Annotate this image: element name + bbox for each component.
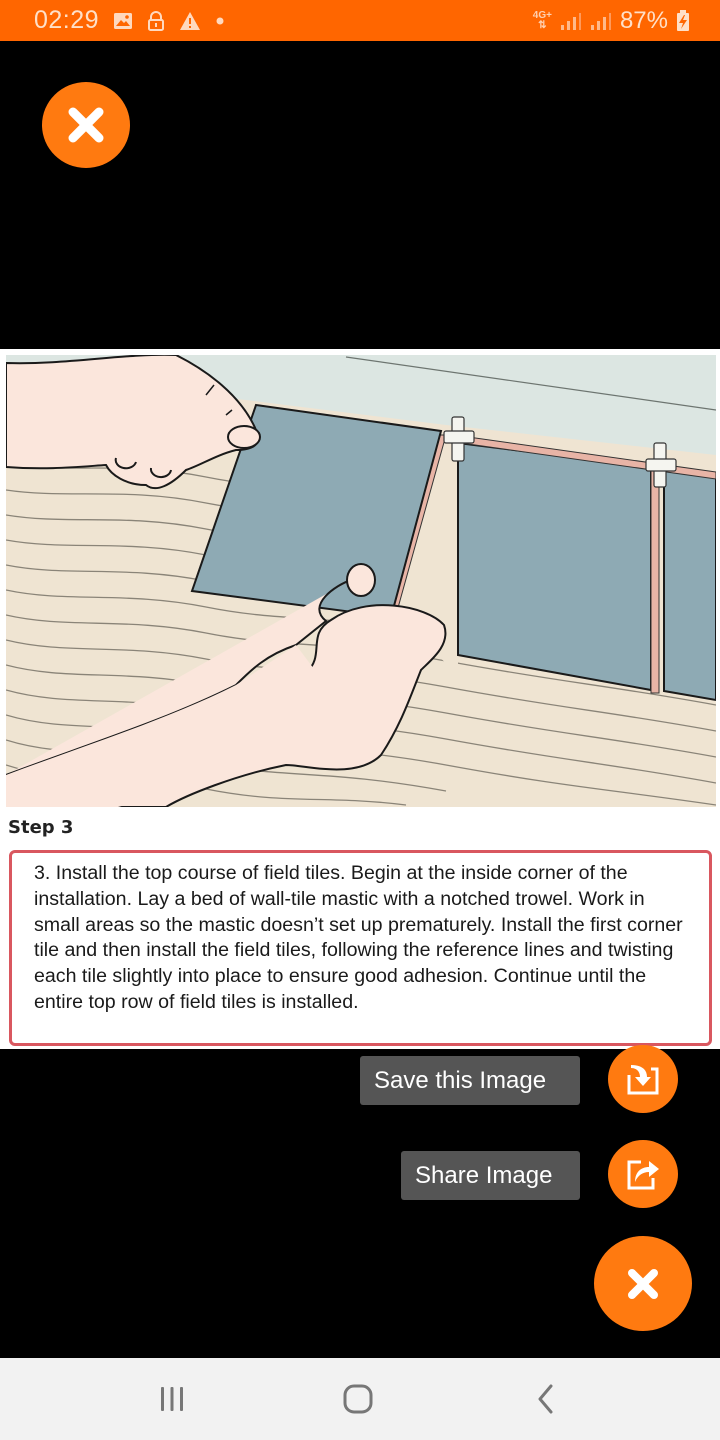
share-image-button[interactable] — [608, 1140, 678, 1208]
tile-installation-illustration — [6, 355, 716, 807]
save-icon — [627, 1065, 659, 1095]
network-indicator: 4G+ ⇅ — [532, 9, 552, 31]
warning-icon — [180, 11, 201, 30]
recent-apps-button[interactable] — [142, 1374, 202, 1424]
share-icon — [627, 1160, 659, 1190]
status-left: 02:29 — [34, 0, 225, 41]
lock-icon — [148, 10, 165, 31]
home-button[interactable] — [328, 1374, 388, 1424]
recent-apps-icon — [161, 1387, 183, 1411]
save-image-button[interactable] — [608, 1045, 678, 1113]
back-button[interactable] — [516, 1374, 576, 1424]
close-menu-button[interactable] — [594, 1236, 692, 1331]
status-time: 02:29 — [34, 6, 100, 34]
navigation-bar — [0, 1358, 720, 1440]
save-image-label[interactable]: Save this Image — [360, 1056, 580, 1105]
signal-icon-sim2 — [590, 12, 611, 30]
battery-charging-icon — [677, 9, 689, 31]
step-description: 3. Install the top course of field tiles… — [34, 862, 683, 1013]
close-icon — [628, 1268, 658, 1299]
status-right: 4G+ ⇅ 87% — [533, 0, 690, 41]
gallery-icon — [114, 12, 133, 29]
home-icon — [343, 1384, 373, 1414]
image-viewer[interactable]: Step 3 3. Install the top course of fiel… — [0, 349, 720, 1049]
network-type: 4G+ — [532, 9, 552, 21]
battery-percent: 87% — [619, 6, 668, 34]
dot-icon — [216, 17, 224, 24]
share-image-label[interactable]: Share Image — [401, 1151, 580, 1200]
step-description-box: 3. Install the top course of field tiles… — [9, 850, 712, 1046]
close-icon — [68, 107, 104, 143]
data-arrows-icon: ⇅ — [538, 19, 547, 31]
status-bar: 02:29 4G+ ⇅ 87% — [0, 0, 720, 41]
step-heading: Step 3 — [8, 817, 74, 838]
signal-icon-sim1 — [560, 12, 581, 30]
back-icon — [538, 1384, 553, 1414]
close-viewer-button[interactable] — [42, 82, 130, 168]
